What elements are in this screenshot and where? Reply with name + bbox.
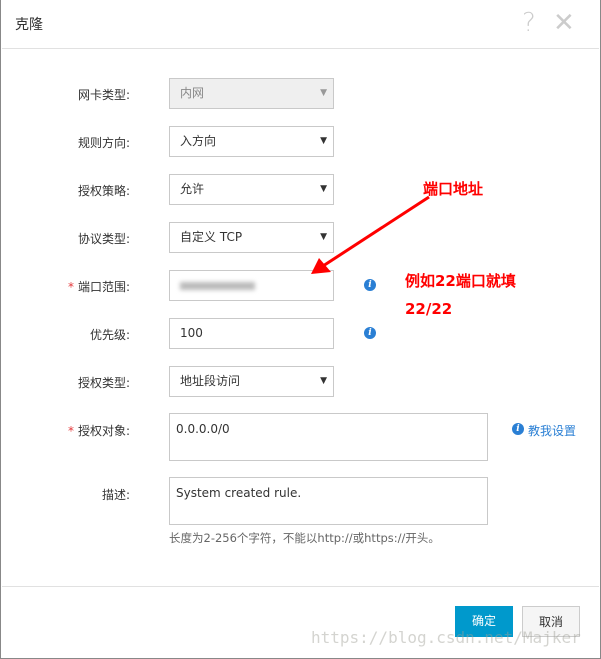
annotation-example-2: 22/22	[405, 300, 453, 318]
footer-divider	[2, 586, 599, 587]
annotation-example-1: 例如22端口就填	[405, 272, 516, 290]
annotation-arrow	[311, 195, 430, 274]
clone-dialog: 克隆 ? ✕ 网卡类型: 内网 ▼ 规则方向: 入方向 ▼ 授权策略: 允许 ▼ 协议…	[0, 0, 601, 659]
watermark: https://blog.csdn.net/Majker	[311, 628, 581, 647]
